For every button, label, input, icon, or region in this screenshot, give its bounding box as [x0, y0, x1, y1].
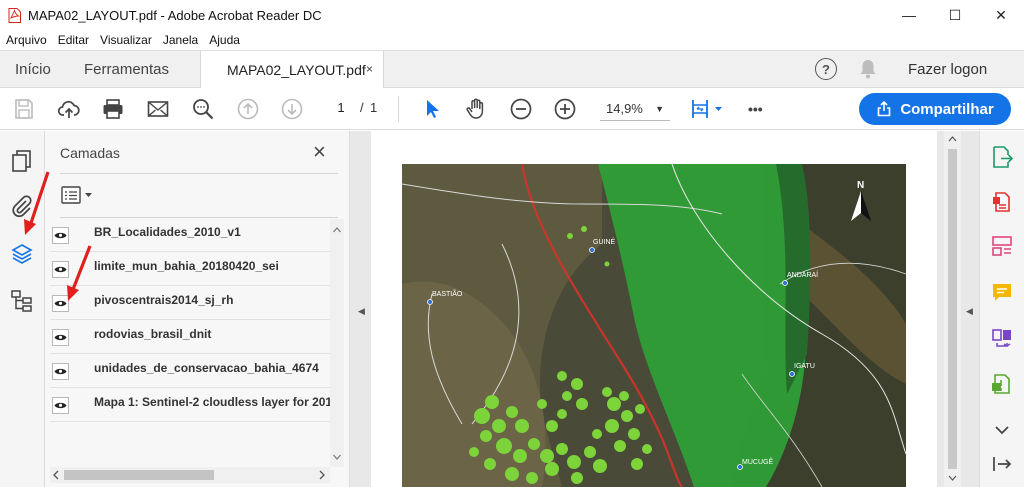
document-scroll-thumb[interactable]	[948, 149, 957, 469]
zoom-dropdown[interactable]: 14,9% ▼	[600, 97, 670, 121]
email-icon[interactable]	[146, 97, 170, 121]
collapse-tools-icon[interactable]	[991, 453, 1013, 475]
create-pdf-icon[interactable]	[991, 190, 1013, 212]
horizontal-scroll-thumb[interactable]	[64, 470, 214, 480]
right-collapse-strip: ◀	[961, 131, 979, 487]
eye-icon[interactable]	[52, 261, 69, 278]
share-icon	[878, 101, 891, 117]
close-icon[interactable]: ×	[313, 141, 326, 163]
layer-label: unidades_de_conservacao_bahia_4674	[94, 361, 319, 375]
toolbar-divider	[398, 96, 399, 122]
menu-arquivo[interactable]: Arquivo	[1, 33, 52, 47]
layer-row[interactable]: unidades_de_conservacao_bahia_4674	[50, 355, 330, 388]
place-label: GUINÉ	[593, 237, 616, 246]
right-tools-rail	[979, 131, 1024, 487]
tab-document-label: MAPA02_LAYOUT.pdf	[227, 62, 366, 78]
tab-inicio[interactable]: Início	[15, 51, 51, 88]
cloud-upload-icon[interactable]	[57, 97, 81, 121]
edit-pdf-icon[interactable]	[991, 235, 1013, 257]
layer-row[interactable]: rodovias_brasil_dnit	[50, 321, 330, 354]
place-label: ANDARAÍ	[787, 270, 818, 279]
login-link[interactable]: Fazer logon	[908, 61, 987, 78]
place-label: BASTIÃO	[432, 289, 463, 298]
layer-label: limite_mun_bahia_20180420_sei	[94, 259, 279, 273]
tab-close-icon[interactable]: ×	[366, 62, 373, 76]
layers-panel: Camadas × BR_Localidades_2010_v1 limite_…	[45, 131, 350, 487]
expand-right-panel-icon[interactable]: ◀	[966, 306, 973, 317]
map-image: GUINÉ BASTIÃO ANDARAÍ IGATU MUCUGÊ N	[402, 164, 906, 487]
share-label: Compartilhar	[900, 100, 994, 118]
menu-editar[interactable]: Editar	[53, 33, 94, 47]
menu-janela[interactable]: Janela	[158, 33, 203, 47]
next-page-icon[interactable]	[280, 97, 304, 121]
hand-tool-icon[interactable]	[464, 97, 488, 121]
tab-bar: Início Ferramentas MAPA02_LAYOUT.pdf × ?…	[0, 50, 1024, 89]
total-pages: 1	[370, 100, 378, 115]
layers-icon[interactable]	[10, 242, 34, 266]
menu-visualizar[interactable]: Visualizar	[95, 33, 157, 47]
layer-list: BR_Localidades_2010_v1 limite_mun_bahia_…	[50, 219, 330, 467]
document-vertical-scrollbar[interactable]	[944, 131, 961, 487]
select-cursor-icon[interactable]	[420, 97, 444, 121]
layer-row[interactable]: pivoscentrais2014_sj_rh	[50, 287, 330, 320]
menu-ajuda[interactable]: Ajuda	[204, 33, 245, 47]
layer-row[interactable]: Mapa 1: Sentinel-2 cloudless layer for 2…	[50, 389, 330, 422]
comment-icon[interactable]	[991, 281, 1013, 303]
tab-document[interactable]: MAPA02_LAYOUT.pdf ×	[200, 51, 384, 89]
left-nav-rail	[0, 131, 45, 487]
print-icon[interactable]	[101, 97, 125, 121]
zoom-in-icon[interactable]	[553, 97, 577, 121]
chevron-down-icon[interactable]	[991, 419, 1013, 441]
eye-icon[interactable]	[52, 329, 69, 346]
eye-icon[interactable]	[52, 397, 69, 414]
page-separator: /	[360, 100, 364, 115]
current-page-input[interactable]: 1	[326, 97, 356, 119]
tab-ferramentas[interactable]: Ferramentas	[84, 51, 169, 88]
layer-row[interactable]: limite_mun_bahia_20180420_sei	[50, 253, 330, 286]
page-thumbnails-icon[interactable]	[10, 149, 34, 173]
acrobat-pdf-icon	[8, 7, 21, 23]
attachments-icon[interactable]	[10, 195, 34, 219]
zoom-value: 14,9%	[606, 101, 643, 116]
eye-icon[interactable]	[52, 227, 69, 244]
help-icon[interactable]: ?	[815, 58, 837, 80]
layer-options-button[interactable]	[61, 185, 97, 207]
eye-icon[interactable]	[52, 363, 69, 380]
eye-icon[interactable]	[52, 295, 69, 312]
chevron-down-icon: ▼	[655, 104, 664, 114]
horizontal-scrollbar[interactable]	[50, 467, 330, 483]
more-tools-icon[interactable]: •••	[748, 97, 772, 121]
minimize-button[interactable]: —	[886, 0, 932, 30]
compress-pdf-icon[interactable]	[991, 373, 1013, 395]
place-label: IGATU	[794, 363, 815, 370]
page-fit-icon[interactable]	[690, 97, 724, 121]
save-icon[interactable]	[12, 97, 36, 121]
layer-label: pivoscentrais2014_sj_rh	[94, 293, 234, 307]
collapse-panel-icon[interactable]: ◀	[358, 306, 365, 317]
title-bar: MAPA02_LAYOUT.pdf - Adobe Acrobat Reader…	[0, 0, 1024, 30]
layer-label: rodovias_brasil_dnit	[94, 327, 212, 341]
close-window-button[interactable]: ✕	[978, 0, 1024, 30]
menu-bar: Arquivo Editar Visualizar Janela Ajuda	[0, 30, 1024, 50]
previous-page-icon[interactable]	[236, 97, 260, 121]
share-button[interactable]: Compartilhar	[859, 93, 1011, 125]
model-tree-icon[interactable]	[10, 289, 34, 313]
organize-pages-icon[interactable]	[991, 327, 1013, 349]
north-label: N	[857, 180, 864, 191]
layer-row[interactable]: BR_Localidades_2010_v1	[50, 219, 330, 252]
layer-label: BR_Localidades_2010_v1	[94, 225, 241, 239]
maximize-button[interactable]: ☐	[932, 0, 978, 30]
panel-divider	[60, 217, 338, 218]
bell-icon[interactable]	[858, 58, 878, 80]
panel-title: Camadas	[60, 145, 120, 161]
place-label: MUCUGÊ	[742, 457, 773, 466]
window-title: MAPA02_LAYOUT.pdf - Adobe Acrobat Reader…	[28, 7, 322, 23]
layer-label: Mapa 1: Sentinel-2 cloudless layer for 2…	[94, 395, 330, 409]
search-icon[interactable]	[191, 97, 215, 121]
zoom-out-icon[interactable]	[509, 97, 533, 121]
panel-divider	[60, 173, 338, 174]
vertical-scrollbar[interactable]	[330, 219, 344, 467]
export-pdf-icon[interactable]	[991, 146, 1014, 168]
